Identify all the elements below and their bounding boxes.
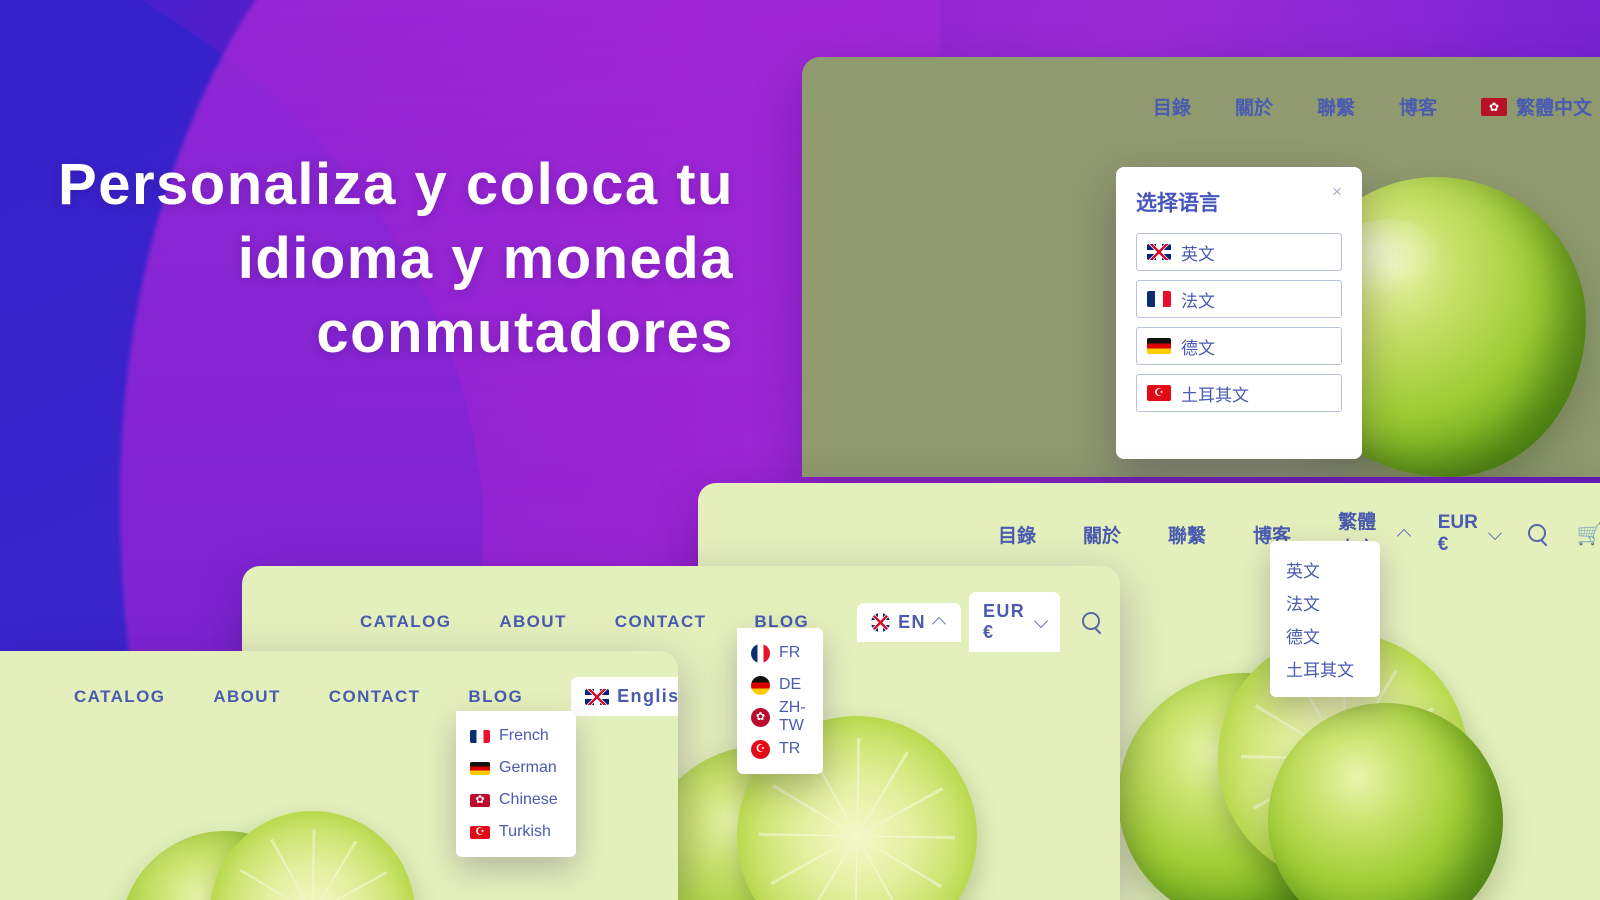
dropdown-item-label: French <box>499 727 549 744</box>
language-selector[interactable]: EN <box>857 602 961 642</box>
language-selector[interactable]: English <box>571 677 678 716</box>
nav-item-contact[interactable]: 聯繫 <box>1317 93 1355 120</box>
tr-flag-icon <box>751 739 770 759</box>
dropdown-item-label: Turkish <box>499 823 551 840</box>
fr-flag-icon <box>1147 291 1171 307</box>
nav-item-contact[interactable]: CONTACT <box>329 687 421 707</box>
nav-item-blog[interactable]: BLOG <box>468 687 523 707</box>
close-icon[interactable]: × <box>1328 183 1346 201</box>
fr-flag-icon <box>751 643 770 663</box>
nav-item-catalog[interactable]: CATALOG <box>360 612 451 632</box>
lime-cut-half <box>210 811 415 900</box>
dropdown-item-label: DE <box>779 676 802 693</box>
dropdown-item-german[interactable]: German <box>470 752 576 784</box>
modal-item-label: 德文 <box>1181 338 1215 358</box>
search-icon[interactable] <box>1527 523 1549 545</box>
uk-flag-icon <box>1147 244 1171 260</box>
language-selector-label: EN <box>898 611 926 632</box>
tr-flag-icon <box>1147 385 1171 401</box>
nav-item-about[interactable]: 關於 <box>1083 521 1121 548</box>
currency-selector-label: EUR € <box>1437 512 1478 555</box>
chevron-up-icon <box>934 618 947 626</box>
modal-item-french[interactable]: 法文 <box>1136 280 1342 318</box>
fr-flag-icon <box>470 729 490 743</box>
language-selector-label: 繁體中文 <box>1515 98 1592 119</box>
dropdown-item-chinese[interactable]: Chinese <box>470 784 576 816</box>
language-dropdown: FR DE ZH-TW TR <box>737 628 823 774</box>
dropdown-item-french[interactable]: French <box>470 720 576 752</box>
modal-item-german[interactable]: 德文 <box>1136 327 1342 365</box>
nav-item-catalog[interactable]: CATALOG <box>74 687 165 707</box>
hk-flag-icon <box>751 707 770 727</box>
chevron-down-icon <box>1490 530 1500 538</box>
hk-flag-icon: ✿ <box>1480 97 1507 116</box>
modal-item-label: 法文 <box>1181 291 1215 311</box>
chevron-up-icon <box>1399 530 1408 538</box>
left-card-nav: CATALOG ABOUT CONTACT BLOG English 🛒 <box>74 677 678 716</box>
uk-flag-icon <box>871 612 891 632</box>
modal-item-turkish[interactable]: 土耳其文 <box>1136 374 1342 412</box>
nav-item-catalog[interactable]: 目錄 <box>998 521 1036 548</box>
cart-icon[interactable]: 🛒 <box>1577 524 1600 545</box>
dropdown-item-turkish[interactable]: 土耳其文 <box>1286 652 1380 685</box>
uk-flag-icon <box>585 688 610 705</box>
dropdown-item-turkish[interactable]: Turkish <box>470 816 576 848</box>
dropdown-item-turkish[interactable]: TR <box>751 733 823 765</box>
lime-photo <box>120 811 450 900</box>
chevron-down-icon <box>1036 618 1046 626</box>
dropdown-item-label: TR <box>779 740 801 757</box>
dropdown-item-label: FR <box>779 644 801 661</box>
nav-item-about[interactable]: 關於 <box>1235 93 1273 120</box>
nav-item-about[interactable]: ABOUT <box>499 612 566 632</box>
currency-selector[interactable]: EUR € <box>968 592 1061 652</box>
nav-item-contact[interactable]: 聯繫 <box>1168 521 1206 548</box>
currency-selector-label: EUR € <box>982 601 1026 642</box>
de-flag-icon <box>1147 338 1171 354</box>
nav-item-blog[interactable]: 博客 <box>1399 93 1437 120</box>
tr-flag-icon <box>470 825 490 839</box>
search-icon[interactable] <box>1082 611 1103 633</box>
dropdown-item-label: ZH-TW <box>779 699 806 734</box>
language-dropdown: 英文 法文 德文 土耳其文 <box>1270 541 1380 697</box>
language-modal: × 选择语言 英文 法文 德文 土耳其文 <box>1116 167 1362 459</box>
dropdown-item-german[interactable]: 德文 <box>1286 619 1380 652</box>
hk-flag-icon <box>470 793 490 807</box>
nav-item-contact[interactable]: CONTACT <box>615 612 707 632</box>
page-title: Personaliza y coloca tu idioma y moneda … <box>58 152 734 366</box>
dropdown-item-english[interactable]: 英文 <box>1286 553 1380 586</box>
nav-item-about[interactable]: ABOUT <box>213 687 280 707</box>
lime-photo <box>642 716 1062 900</box>
dropdown-item-french[interactable]: 法文 <box>1286 586 1380 619</box>
dropdown-item-french[interactable]: FR <box>751 637 823 669</box>
dropdown-item-label: Chinese <box>499 791 558 808</box>
language-selector-label: English <box>617 686 678 706</box>
modal-title: 选择语言 <box>1136 192 1220 215</box>
de-flag-icon <box>751 675 770 695</box>
modal-item-label: 土耳其文 <box>1181 385 1249 405</box>
dropdown-item-german[interactable]: DE <box>751 669 823 701</box>
modal-item-label: 英文 <box>1181 244 1215 264</box>
olive-card-nav: 目錄 關於 聯繫 博客 ✿ 繁體中文 <box>1153 93 1592 120</box>
language-selector[interactable]: ✿ 繁體中文 <box>1480 93 1592 120</box>
language-dropdown: French German Chinese Turkish <box>456 711 576 857</box>
de-flag-icon <box>470 761 490 775</box>
modal-item-english[interactable]: 英文 <box>1136 233 1342 271</box>
dropdown-item-label: German <box>499 759 557 776</box>
left-storefront-card: CATALOG ABOUT CONTACT BLOG English 🛒 <box>0 651 678 900</box>
currency-selector[interactable]: EUR € <box>1438 512 1500 556</box>
nav-item-catalog[interactable]: 目錄 <box>1153 93 1191 120</box>
dropdown-item-chinese[interactable]: ZH-TW <box>751 699 823 734</box>
